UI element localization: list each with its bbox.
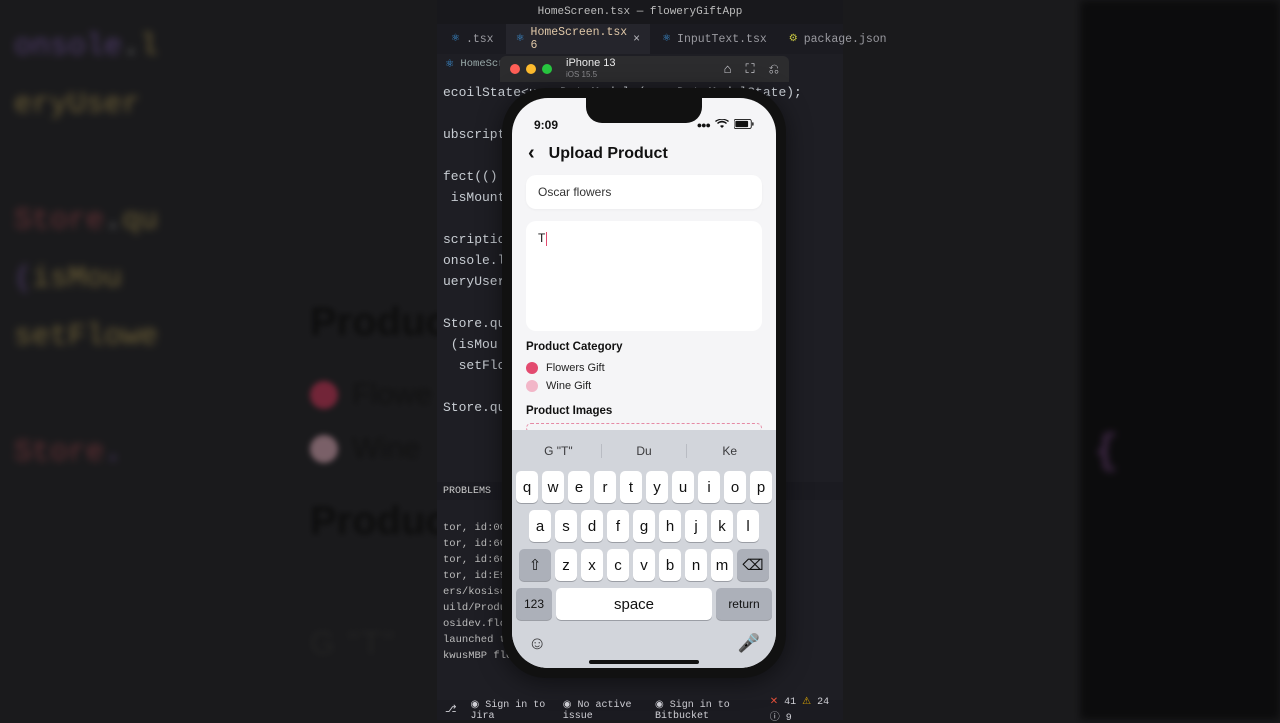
key-return[interactable]: return (716, 588, 772, 620)
category-option-wine[interactable]: Wine Gift (526, 377, 762, 395)
key-d[interactable]: d (581, 510, 603, 542)
simulator-device-label: iPhone 13 iOS 15.5 (566, 57, 616, 81)
key-b[interactable]: b (659, 549, 681, 581)
key-m[interactable]: m (711, 549, 733, 581)
key-f[interactable]: f (607, 510, 629, 542)
key-y[interactable]: y (646, 471, 668, 503)
key-shift[interactable]: ⇧ (519, 549, 551, 581)
key-a[interactable]: a (529, 510, 551, 542)
key-i[interactable]: i (698, 471, 720, 503)
page-title: Upload Product (549, 145, 668, 163)
bg-suggestion-blur: G "T" (310, 625, 396, 662)
key-j[interactable]: j (685, 510, 707, 542)
key-r[interactable]: r (594, 471, 616, 503)
cellular-icon: ●●● (697, 120, 710, 130)
key-backspace[interactable]: ⌫ (737, 549, 769, 581)
branch-icon[interactable]: ⎇ (445, 704, 457, 716)
battery-icon (734, 118, 754, 132)
key-u[interactable]: u (672, 471, 694, 503)
radio-selected-icon (526, 362, 538, 374)
radio-unselected-icon (526, 380, 538, 392)
images-label: Product Images (526, 405, 762, 417)
status-errors[interactable]: ✕ 41 ⚠ 24 ⓘ 9 (770, 696, 835, 723)
mic-icon[interactable]: 🎤 (738, 633, 760, 654)
phone-screen: 9:09 ●●● ‹ Upload Product Oscar flowers … (512, 98, 776, 668)
tab-file-0[interactable]: ⚛.tsx (441, 24, 504, 54)
window-traffic-lights[interactable] (510, 64, 552, 74)
minimize-icon[interactable] (526, 64, 536, 74)
phone-frame: 9:09 ●●● ‹ Upload Product Oscar flowers … (502, 88, 786, 678)
jira-signin[interactable]: ◉ Sign in to Jira (471, 699, 549, 722)
key-g[interactable]: g (633, 510, 655, 542)
key-c[interactable]: c (607, 549, 629, 581)
keyboard-suggestions: G "T" Du Ke (516, 436, 772, 466)
suggestion-0[interactable]: G "T" (516, 444, 602, 458)
emoji-icon[interactable]: ☺ (528, 633, 546, 654)
key-k[interactable]: k (711, 510, 733, 542)
wifi-icon (715, 118, 729, 132)
product-name-input[interactable]: Oscar flowers (526, 175, 762, 209)
key-p[interactable]: p (750, 471, 772, 503)
editor-tabs: ⚛.tsx ⚛HomeScreen.tsx 6× ⚛InputText.tsx … (437, 24, 843, 54)
home-indicator[interactable] (589, 660, 699, 664)
home-icon[interactable]: ⌂ (724, 61, 732, 77)
bg-code-left: onsole.l eryUser Store.qu (isMou setFlow… (0, 0, 200, 720)
key-space[interactable]: space (556, 588, 712, 620)
ios-keyboard: G "T" Du Ke qwertyuiop asdfghjkl ⇧zxcvbn… (512, 430, 776, 668)
bg-code-right: { (1080, 0, 1280, 720)
jira-issue[interactable]: ◉ No active issue (563, 699, 641, 722)
key-h[interactable]: h (659, 510, 681, 542)
zoom-icon[interactable] (542, 64, 552, 74)
key-z[interactable]: z (555, 549, 577, 581)
notch (586, 98, 702, 123)
close-icon[interactable]: × (633, 33, 640, 46)
key-v[interactable]: v (633, 549, 655, 581)
product-description-input[interactable]: T (526, 221, 762, 331)
key-o[interactable]: o (724, 471, 746, 503)
key-numbers[interactable]: 123 (516, 588, 552, 620)
category-label: Product Category (526, 341, 762, 353)
tab-file-3[interactable]: ⚙package.json (779, 24, 897, 54)
key-t[interactable]: t (620, 471, 642, 503)
key-w[interactable]: w (542, 471, 564, 503)
category-option-flowers[interactable]: Flowers Gift (526, 359, 762, 377)
status-time: 9:09 (534, 118, 558, 132)
bitbucket-signin[interactable]: ◉ Sign in to Bitbucket (655, 699, 756, 722)
key-n[interactable]: n (685, 549, 707, 581)
tab-file-1[interactable]: ⚛HomeScreen.tsx 6× (506, 24, 651, 54)
tab-file-2[interactable]: ⚛InputText.tsx (652, 24, 777, 54)
suggestion-2[interactable]: Ke (687, 444, 772, 458)
screen-header: ‹ Upload Product (512, 136, 776, 175)
statusbar: ⎇ ◉ Sign in to Jira ◉ No active issue ◉ … (437, 700, 843, 720)
key-q[interactable]: q (516, 471, 538, 503)
key-l[interactable]: l (737, 510, 759, 542)
key-x[interactable]: x (581, 549, 603, 581)
screenshot-icon[interactable]: ⛶ (745, 61, 754, 77)
suggestion-1[interactable]: Du (602, 444, 688, 458)
key-s[interactable]: s (555, 510, 577, 542)
key-e[interactable]: e (568, 471, 590, 503)
window-title: HomeScreen.tsx — floweryGiftApp (437, 0, 843, 24)
close-icon[interactable] (510, 64, 520, 74)
simulator-titlebar: iPhone 13 iOS 15.5 ⌂ ⛶ ⎌ (500, 56, 789, 82)
rotate-icon[interactable]: ⎌ (769, 61, 779, 77)
back-button[interactable]: ‹ (528, 142, 535, 165)
